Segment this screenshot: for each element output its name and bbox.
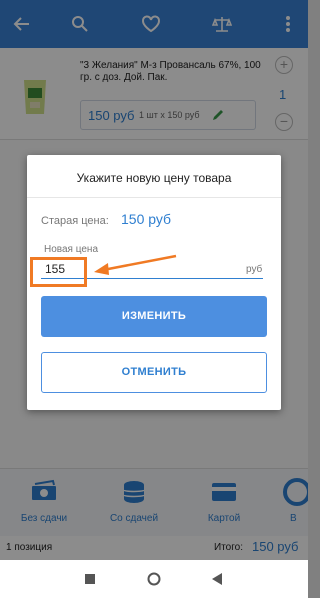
system-nav-bar (0, 560, 308, 598)
change-button[interactable]: ИЗМЕНИТЬ (41, 296, 267, 337)
recents-icon[interactable] (70, 560, 110, 598)
new-price-label: Новая цена (44, 244, 98, 255)
back-nav-icon[interactable] (197, 560, 237, 598)
annotation-highlight-box (30, 257, 87, 287)
old-price-label: Старая цена: (41, 215, 109, 227)
currency-unit: руб (246, 264, 263, 275)
dialog-divider (27, 197, 281, 198)
dialog-title: Укажите новую цену товара (76, 171, 232, 185)
old-price-value: 150 руб (121, 211, 172, 227)
cancel-button[interactable]: ОТМЕНИТЬ (41, 352, 267, 393)
home-icon[interactable] (134, 560, 174, 598)
